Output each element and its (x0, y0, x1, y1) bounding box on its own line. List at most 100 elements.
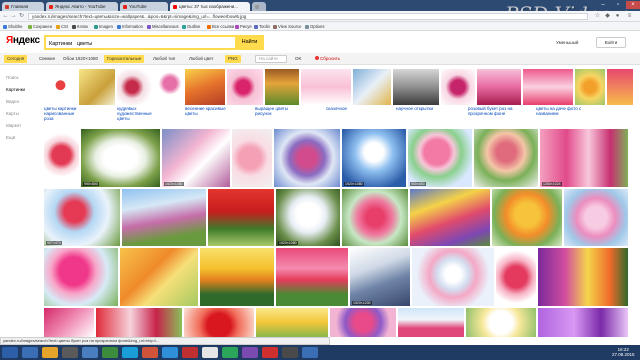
related-thumbnail[interactable] (575, 69, 605, 105)
image-result[interactable] (200, 248, 274, 306)
image-result[interactable] (276, 248, 348, 306)
image-result[interactable] (96, 308, 182, 337)
related-label[interactable]: сказочное (326, 106, 356, 111)
bookmark[interactable]: Toolin (254, 24, 270, 29)
reset-filters-link[interactable]: Сбросить (312, 55, 343, 63)
image-result[interactable]: 1280×1024 (540, 129, 628, 187)
image-result[interactable] (496, 248, 536, 306)
related-label[interactable]: цветы на даче фото с названием (536, 106, 586, 116)
new-tab-button[interactable] (252, 2, 266, 11)
image-result[interactable]: 990×800 (81, 129, 160, 187)
related-thumbnail[interactable] (79, 69, 115, 105)
filter-wallpaper[interactable]: Обои 1920×1080 (60, 55, 101, 63)
related-thumbnail[interactable] (44, 69, 77, 105)
image-result[interactable] (492, 189, 562, 246)
image-result[interactable]: 1920×1200 (350, 248, 410, 306)
image-result[interactable] (44, 248, 118, 306)
extension-icon[interactable]: ● (614, 13, 621, 20)
ie-icon[interactable] (22, 347, 38, 358)
explorer-icon[interactable] (42, 347, 58, 358)
bookmark[interactable]: CSI (56, 24, 68, 29)
login-button[interactable]: Войти (596, 37, 626, 48)
address-bar[interactable]: yandex.ru/images/search?text=цветы&isize… (28, 13, 588, 20)
extension-icon[interactable]: ◆ (604, 13, 611, 20)
image-result[interactable] (466, 308, 536, 337)
back-arrow-icon[interactable]: ← (2, 13, 9, 20)
related-thumbnail[interactable] (353, 69, 391, 105)
bookmark[interactable]: Imagen (94, 24, 113, 29)
image-result[interactable] (538, 308, 628, 337)
bookmark[interactable]: Рисуя (235, 24, 252, 29)
image-result[interactable] (256, 308, 328, 337)
filter-ok-button[interactable]: OK (292, 55, 305, 63)
bookmark[interactable]: Information (117, 24, 143, 29)
image-result[interactable] (274, 129, 340, 187)
filter-fresh[interactable]: Свежие (36, 55, 58, 63)
image-result[interactable] (122, 189, 206, 246)
related-label[interactable]: выращен цветы рисунок (255, 106, 299, 116)
related-thumbnail[interactable] (393, 69, 439, 105)
bookmark[interactable]: Сохранен (28, 24, 52, 29)
chrome-icon[interactable] (202, 347, 218, 358)
image-result[interactable]: 907×474 (44, 189, 120, 246)
reload-icon[interactable]: ↻ (18, 13, 25, 20)
related-label[interactable]: розовый букет роз на прозрачном фоне (468, 106, 534, 116)
image-result[interactable] (412, 248, 494, 306)
image-result[interactable] (410, 189, 490, 246)
nav-maps[interactable]: Карты (6, 111, 19, 116)
app-icon[interactable] (82, 347, 98, 358)
yandex-logo[interactable]: Яндекс (6, 35, 40, 46)
app-icon[interactable] (282, 347, 298, 358)
related-thumbnail[interactable] (301, 69, 351, 105)
bookmark[interactable]: Outline (182, 24, 200, 29)
image-result[interactable] (208, 189, 274, 246)
app-icon[interactable] (62, 347, 78, 358)
browser-tab[interactable]: Яндекс Авито - YouTube (46, 2, 118, 11)
menu-icon[interactable]: ≡ (626, 13, 633, 20)
image-result[interactable]: 900×650 (408, 129, 472, 187)
skype-icon[interactable] (122, 347, 138, 358)
site-filter-input[interactable]: На сайте (255, 55, 287, 63)
related-thumbnail[interactable] (523, 69, 573, 105)
search-input[interactable] (49, 39, 229, 48)
app-icon[interactable] (222, 347, 238, 358)
filter-type[interactable]: Любой тип (150, 55, 178, 63)
browser-tab[interactable]: YouTube (120, 2, 168, 11)
related-thumbnail[interactable] (265, 69, 299, 105)
forward-arrow-icon[interactable]: → (10, 13, 17, 20)
related-label[interactable]: научное открытки (396, 106, 440, 111)
related-label[interactable]: цветы картинки нарисованные роза (44, 106, 82, 121)
browser-tab[interactable]: Главная (2, 2, 44, 11)
system-clock[interactable]: 16:22 27.08.2015 (612, 347, 635, 357)
image-result[interactable] (538, 248, 628, 306)
upload-link[interactable]: Уменьшый (556, 40, 578, 45)
filter-orientation[interactable]: Горизонтальные (104, 55, 145, 63)
browser-tab-active[interactable]: цветы: 37 тыс изображени... (170, 2, 250, 11)
nav-images[interactable]: Картинки (6, 87, 25, 92)
bookmark[interactable]: View Source (273, 24, 301, 29)
app-icon[interactable] (182, 347, 198, 358)
app-icon[interactable] (242, 347, 258, 358)
image-result[interactable]: 1920×1080 (276, 189, 340, 246)
bookmark[interactable]: Все ссылки (207, 24, 234, 29)
related-thumbnail[interactable] (477, 69, 521, 105)
app-icon[interactable] (102, 347, 118, 358)
image-result[interactable]: 1920×1080 (342, 129, 406, 187)
image-result[interactable] (232, 129, 272, 187)
related-label[interactable]: кудрявых художественные цветы (117, 106, 163, 121)
image-result[interactable] (342, 189, 408, 246)
related-label[interactable]: весенние красивые цветы (185, 106, 229, 116)
nav-more[interactable]: Ещё (6, 135, 15, 140)
start-button[interactable] (2, 347, 18, 358)
filter-format[interactable]: PNG (225, 55, 241, 63)
image-result[interactable] (564, 189, 628, 246)
related-thumbnail[interactable] (117, 69, 155, 105)
filter-size[interactable]: Сегодня (4, 55, 28, 63)
star-icon[interactable]: ☆ (594, 13, 601, 20)
image-result[interactable] (184, 308, 254, 337)
image-result[interactable]: 1920×1080 (162, 129, 230, 187)
related-thumbnail[interactable] (227, 69, 263, 105)
bookmark[interactable]: Кэпок (72, 24, 88, 29)
nav-video[interactable]: Видео (6, 99, 19, 104)
related-thumbnail[interactable] (441, 69, 475, 105)
